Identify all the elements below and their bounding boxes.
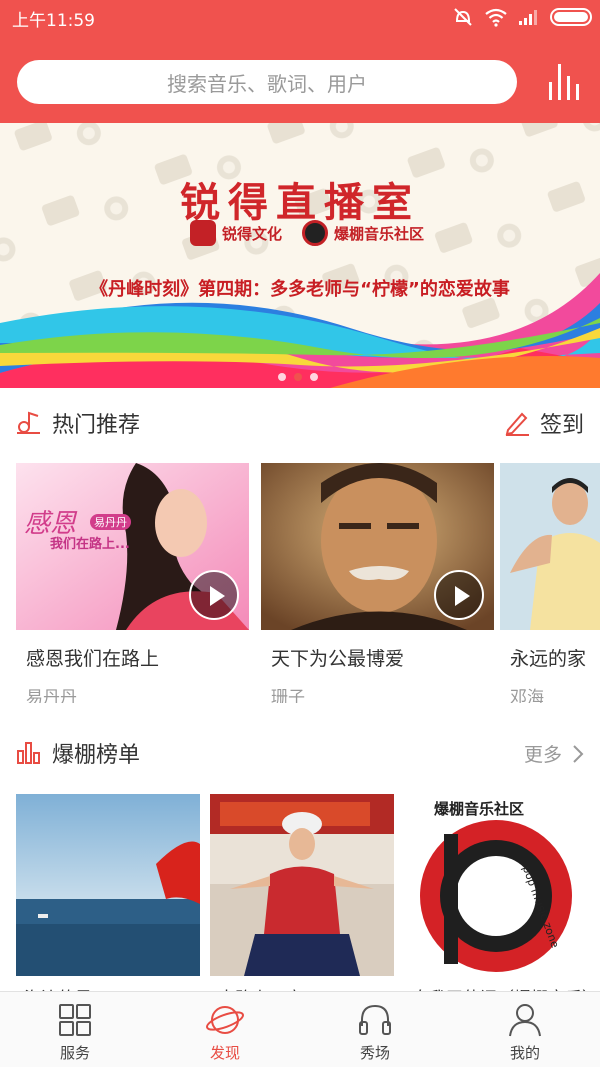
banner-background (0, 123, 600, 388)
search-input[interactable]: 搜索音乐、歌词、用户 (17, 60, 517, 104)
hot-section-header: 热门推荐 签到 (0, 397, 600, 447)
nav-item-show[interactable]: 秀场 (300, 992, 450, 1067)
app-header: 上午11:59 搜索音乐、歌词、用户 (0, 0, 600, 123)
ruide-logo: 锐得文化 (190, 220, 282, 246)
chart-card-cover (16, 794, 200, 976)
nav-item-mine[interactable]: 我的 (450, 992, 600, 1067)
play-icon[interactable] (189, 570, 239, 620)
pencil-icon (505, 412, 529, 436)
nav-label: 服务 (59, 1044, 90, 1062)
nav-label: 秀场 (359, 1044, 390, 1062)
hot-card-title: 永远的家 (510, 648, 587, 670)
chart-card[interactable]: 爆棚音乐社区 pop music zone 自我天使问（爆棚音乐） (404, 794, 599, 994)
baopeng-logo: 爆棚音乐社区 (302, 220, 424, 246)
banner-pagination[interactable] (278, 373, 318, 381)
nav-item-discover[interactable]: 发现 (150, 992, 300, 1067)
hot-card-cover (261, 463, 494, 630)
checkin-button[interactable]: 签到 (504, 407, 584, 439)
person-icon (509, 1004, 541, 1037)
nav-label: 发现 (209, 1044, 240, 1062)
hot-card-cover (500, 463, 600, 630)
chart-logo-text: 爆棚音乐社区 (434, 800, 525, 818)
baopeng-logo-icon (302, 220, 329, 246)
music-note-icon (17, 411, 40, 434)
bar-chart-icon (17, 742, 40, 764)
hot-list: 感恩 易丹丹 我们在路上... 感恩我们在路上 易丹丹 天下为公最博爱 珊子 永… (16, 463, 600, 703)
chart-list: 海边的风 大路上一夜 (16, 794, 600, 994)
hot-card[interactable]: 天下为公最博爱 珊子 (261, 463, 494, 703)
chart-card-cover (210, 794, 394, 976)
audio-bars-icon[interactable] (545, 60, 585, 104)
nav-label: 我的 (509, 1044, 540, 1062)
hot-card[interactable]: 永远的家 邓海 (500, 463, 600, 703)
baopeng-logo-text: 爆棚音乐社区 (334, 224, 425, 243)
cover-overlay-line: 我们在路上... (50, 537, 130, 552)
promo-banner[interactable]: 锐得直播室 锐得文化 爆棚音乐社区 《丹峰时刻》第四期：多多老师与“柠檬”的恋爱… (0, 123, 600, 388)
chart-section-title: 爆棚榜单 (52, 743, 141, 768)
banner-subtitle: 《丹峰时刻》第四期：多多老师与“柠檬”的恋爱故事 (90, 279, 510, 300)
status-time: 上午11:59 (12, 11, 95, 31)
hot-section-title: 热门推荐 (52, 413, 141, 438)
banner-dot-active[interactable] (294, 373, 302, 381)
search-placeholder: 搜索音乐、歌词、用户 (167, 71, 367, 96)
hot-card-artist: 邓海 (510, 688, 544, 703)
hot-card[interactable]: 感恩 易丹丹 我们在路上... 感恩我们在路上 易丹丹 (16, 463, 249, 703)
chart-card[interactable]: 大路上一夜 (210, 794, 394, 994)
status-icons (452, 6, 592, 28)
chart-card-cover: 爆棚音乐社区 pop music zone (404, 794, 588, 976)
banner-dot[interactable] (278, 373, 286, 381)
ruide-logo-text: 锐得文化 (222, 224, 283, 243)
nav-item-service[interactable]: 服务 (0, 992, 150, 1067)
more-label: 更多 (523, 744, 562, 766)
banner-dot[interactable] (310, 373, 318, 381)
banner-logos: 锐得文化 爆棚音乐社区 (190, 220, 424, 246)
chevron-right-icon (573, 744, 584, 763)
play-icon[interactable] (434, 570, 484, 620)
mute-alarm-icon (454, 8, 472, 26)
planet-icon (206, 1006, 244, 1034)
chart-card[interactable]: 海边的风 (16, 794, 200, 994)
signal-icon (519, 10, 537, 25)
wifi-icon (485, 8, 507, 27)
headphones-icon (359, 1004, 391, 1035)
hot-card-title: 感恩我们在路上 (26, 648, 160, 670)
more-link[interactable]: 更多 (524, 740, 584, 767)
hot-card-cover: 感恩 易丹丹 我们在路上... (16, 463, 249, 630)
hot-card-artist: 易丹丹 (26, 688, 77, 703)
hot-card-title: 天下为公最博爱 (271, 648, 405, 670)
checkin-label: 签到 (539, 413, 584, 438)
hot-card-artist: 珊子 (271, 688, 305, 703)
grid-icon (59, 1004, 91, 1036)
battery-icon (550, 8, 592, 26)
bottom-nav: 服务 发现 秀场 我的 (0, 991, 600, 1067)
ruide-logo-icon (190, 220, 216, 246)
cover-overlay-name: 易丹丹 (90, 514, 131, 530)
status-bar: 上午11:59 (0, 0, 600, 34)
chart-section-header: 爆棚榜单 更多 (0, 727, 600, 777)
